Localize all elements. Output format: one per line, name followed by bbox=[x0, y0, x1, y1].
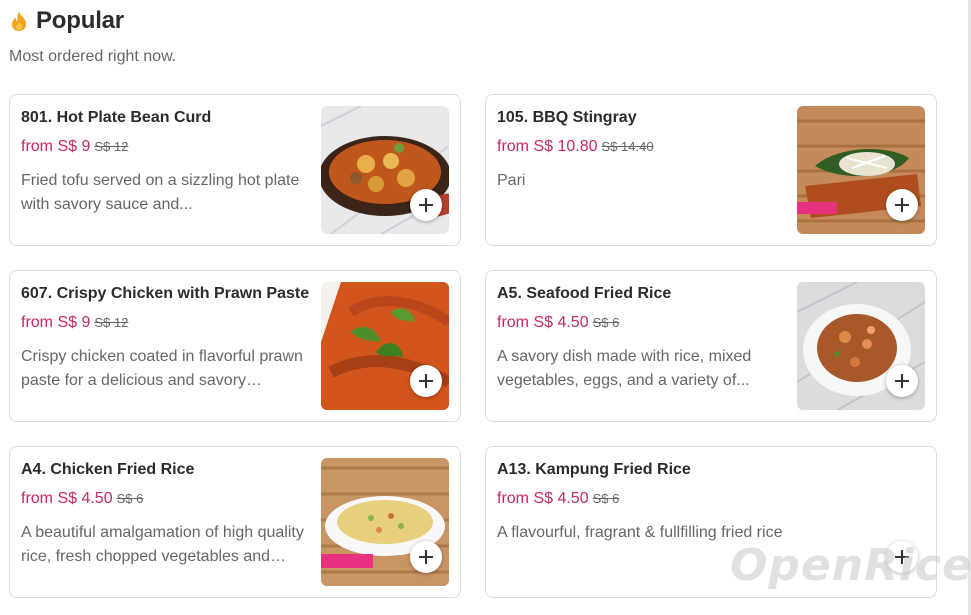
menu-item-card[interactable]: 801. Hot Plate Bean Curd from S$ 9 S$ 12 … bbox=[9, 94, 461, 246]
plus-icon bbox=[419, 374, 433, 388]
menu-item-info: 801. Hot Plate Bean Curd from S$ 9 S$ 12 … bbox=[21, 108, 311, 217]
menu-item-name: 105. BBQ Stingray bbox=[497, 109, 637, 126]
menu-item-card[interactable]: A13. Kampung Fried Rice from S$ 4.50 S$ 6… bbox=[485, 446, 937, 598]
menu-item-price: from S$ 4.50 bbox=[21, 490, 113, 507]
menu-item-info: A4. Chicken Fried Rice from S$ 4.50 S$ 6 … bbox=[21, 460, 311, 569]
add-to-cart-button[interactable] bbox=[410, 365, 442, 397]
section-title: Popular bbox=[36, 7, 124, 34]
price-row: from S$ 4.50 S$ 6 bbox=[21, 489, 311, 509]
menu-item-name: A4. Chicken Fried Rice bbox=[21, 461, 195, 478]
menu-grid: 801. Hot Plate Bean Curd from S$ 9 S$ 12 … bbox=[9, 94, 937, 598]
menu-item-old-price: S$ 12 bbox=[94, 315, 129, 330]
menu-item-description: A savory dish made with rice, mixed vege… bbox=[497, 348, 752, 389]
price-row: from S$ 4.50 S$ 6 bbox=[497, 313, 787, 333]
menu-item-card[interactable]: 607. Crispy Chicken with Prawn Paste fro… bbox=[9, 270, 461, 422]
menu-item-old-price: S$ 6 bbox=[116, 491, 144, 506]
menu-item-info: 105. BBQ Stingray from S$ 10.80 S$ 14.40 … bbox=[497, 108, 787, 193]
menu-item-description: A flavourful, fragrant & fullfilling fri… bbox=[497, 524, 783, 541]
price-row: from S$ 10.80 S$ 14.40 bbox=[497, 137, 787, 157]
plus-icon bbox=[895, 374, 909, 388]
plus-icon bbox=[895, 550, 909, 564]
menu-item-price: from S$ 4.50 bbox=[497, 314, 589, 331]
price-row: from S$ 4.50 S$ 6 bbox=[497, 489, 897, 509]
price-row: from S$ 9 S$ 12 bbox=[21, 313, 311, 333]
menu-item-description: Pari bbox=[497, 172, 526, 189]
menu-item-price: from S$ 9 bbox=[21, 138, 91, 155]
menu-item-name: 801. Hot Plate Bean Curd bbox=[21, 109, 212, 126]
menu-item-name: 607. Crispy Chicken with Prawn Paste bbox=[21, 285, 310, 302]
menu-item-description: A beautiful amalgamation of high quality… bbox=[21, 524, 304, 565]
menu-item-info: 607. Crispy Chicken with Prawn Paste fro… bbox=[21, 284, 311, 393]
menu-item-card[interactable]: 105. BBQ Stingray from S$ 10.80 S$ 14.40 … bbox=[485, 94, 937, 246]
add-to-cart-button[interactable] bbox=[886, 541, 918, 573]
add-to-cart-button[interactable] bbox=[410, 541, 442, 573]
menu-item-old-price: S$ 14.40 bbox=[601, 139, 654, 154]
menu-item-card[interactable]: A4. Chicken Fried Rice from S$ 4.50 S$ 6 … bbox=[9, 446, 461, 598]
section-subtitle: Most ordered right now. bbox=[9, 48, 177, 65]
section-header: Popular bbox=[10, 7, 124, 35]
add-to-cart-button[interactable] bbox=[886, 189, 918, 221]
menu-item-card[interactable]: A5. Seafood Fried Rice from S$ 4.50 S$ 6 … bbox=[485, 270, 937, 422]
menu-item-description: Crispy chicken coated in flavorful prawn… bbox=[21, 348, 303, 389]
menu-item-price: from S$ 9 bbox=[21, 314, 91, 331]
plus-icon bbox=[419, 550, 433, 564]
add-to-cart-button[interactable] bbox=[410, 189, 442, 221]
price-row: from S$ 9 S$ 12 bbox=[21, 137, 311, 157]
menu-item-old-price: S$ 6 bbox=[592, 491, 620, 506]
menu-item-price: from S$ 4.50 bbox=[497, 490, 589, 507]
menu-item-name: A5. Seafood Fried Rice bbox=[497, 285, 672, 302]
plus-icon bbox=[419, 198, 433, 212]
menu-item-info: A5. Seafood Fried Rice from S$ 4.50 S$ 6 … bbox=[497, 284, 787, 393]
flame-icon bbox=[12, 11, 26, 31]
plus-icon bbox=[895, 198, 909, 212]
menu-item-price: from S$ 10.80 bbox=[497, 138, 598, 155]
menu-item-info: A13. Kampung Fried Rice from S$ 4.50 S$ 6… bbox=[497, 460, 897, 545]
menu-item-old-price: S$ 6 bbox=[592, 315, 620, 330]
menu-item-old-price: S$ 12 bbox=[94, 139, 129, 154]
menu-item-name: A13. Kampung Fried Rice bbox=[497, 461, 691, 478]
menu-item-description: Fried tofu served on a sizzling hot plat… bbox=[21, 172, 300, 213]
add-to-cart-button[interactable] bbox=[886, 365, 918, 397]
